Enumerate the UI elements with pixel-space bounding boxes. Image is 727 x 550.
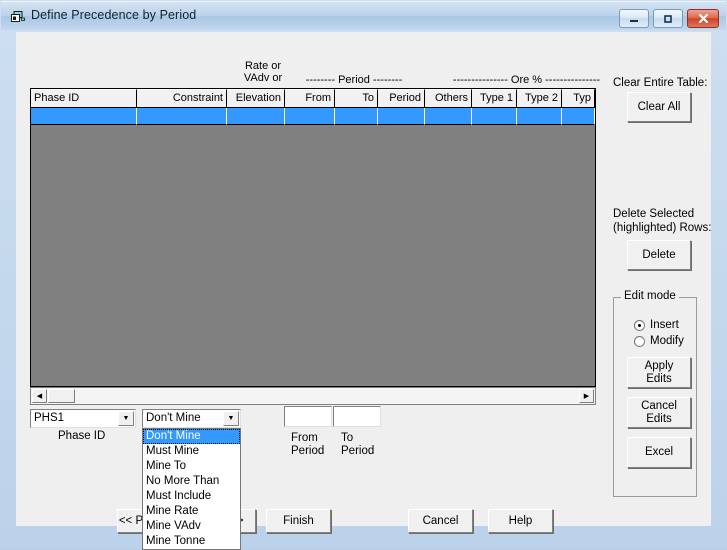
cancel-button[interactable]: Cancel [408, 509, 473, 533]
from-period-label: From Period [291, 432, 324, 458]
table-selected-cell[interactable] [378, 108, 425, 125]
radio-modify[interactable]: Modify [634, 335, 684, 347]
dropdown-option[interactable]: No More Than [143, 474, 240, 489]
window-app-icon [10, 9, 26, 25]
table-body[interactable] [31, 125, 595, 386]
maximize-icon [654, 10, 682, 27]
excel-button[interactable]: Excel [627, 437, 691, 468]
delete-button[interactable]: Delete [627, 240, 691, 270]
help-button[interactable]: Help [488, 509, 553, 533]
dropdown-option[interactable]: Mine To [143, 459, 240, 474]
scroll-left-icon[interactable]: ◀ [32, 389, 47, 403]
radio-insert-label: Insert [650, 319, 679, 331]
table-column-header[interactable]: Others [425, 89, 472, 108]
from-period-label-line1: From [291, 432, 318, 444]
phase-id-label: Phase ID [58, 430, 106, 442]
delete-rows-label-line1: Delete Selected [613, 208, 695, 220]
radio-unselected-icon [634, 335, 645, 347]
table-column-header[interactable]: From [285, 89, 335, 108]
table-selected-cell[interactable] [517, 108, 562, 125]
rate-group-label: Rate or VAdv or [233, 60, 293, 84]
to-period-input[interactable] [333, 406, 381, 427]
application-window: Define Precedence by Period Rate or VAdv… [0, 0, 727, 550]
cancel-edits-line2: Edits [646, 412, 672, 425]
table-selected-row[interactable] [31, 108, 595, 125]
dropdown-option[interactable]: Mine Rate [143, 504, 240, 519]
to-period-label-line1: To [341, 432, 354, 444]
table-column-header[interactable]: Type 1 [472, 89, 517, 108]
table-horizontal-scrollbar[interactable]: ◀ ▶ [30, 387, 596, 405]
from-period-input[interactable] [284, 406, 332, 427]
table-column-header[interactable]: Type 2 [517, 89, 562, 108]
dropdown-option[interactable]: Mine Tonne [143, 534, 240, 549]
cancel-edits-line1: Cancel [641, 399, 677, 412]
table-column-header[interactable]: Constraint [137, 89, 227, 108]
phase-id-combo[interactable]: PHS1 ▼ [30, 409, 136, 428]
clear-table-label: Clear Entire Table: [613, 77, 708, 89]
table-column-header[interactable]: To [335, 89, 378, 108]
table-column-header[interactable]: Typ [562, 89, 595, 108]
scrollbar-thumb[interactable] [48, 389, 75, 403]
dropdown-option[interactable]: Must Mine [143, 444, 240, 459]
dialog-client-area: Rate or VAdv or -------- Period --------… [16, 32, 711, 550]
table-selected-cell[interactable] [285, 108, 335, 125]
dropdown-option[interactable]: Don't Mine [143, 429, 240, 444]
table-selected-cell[interactable] [472, 108, 517, 125]
finish-button[interactable]: Finish [266, 509, 331, 533]
rate-group-label-line2: VAdv or [243, 71, 283, 84]
phase-id-combo-value: PHS1 [34, 412, 65, 424]
constraint-combo-value: Don't Mine [146, 412, 201, 424]
radio-insert[interactable]: Insert [634, 319, 679, 331]
apply-edits-line2: Edits [646, 372, 672, 385]
table-selected-cell[interactable] [425, 108, 472, 125]
precedence-table[interactable]: Phase ID Constraint Elevation From To Period O… [30, 88, 596, 387]
constraint-dropdown-list[interactable]: Don't Mine Must Mine Mine To No More Than Mu… [142, 428, 241, 550]
table-column-header[interactable]: Period [378, 89, 425, 108]
chevron-down-icon[interactable]: ▼ [223, 411, 239, 426]
table-selected-cell[interactable] [227, 108, 285, 125]
apply-edits-button[interactable]: Apply Edits [627, 357, 691, 388]
table-selected-cell[interactable] [137, 108, 227, 125]
cancel-edits-button[interactable]: Cancel Edits [627, 397, 691, 428]
clear-all-button[interactable]: Clear All [627, 92, 691, 122]
radio-modify-label: Modify [650, 335, 684, 347]
dropdown-option[interactable]: Must Include [143, 489, 240, 504]
window-title: Define Precedence by Period [31, 8, 197, 22]
table-selected-cell[interactable] [335, 108, 378, 125]
ore-group-label: --------------- Ore % --------------- [452, 74, 601, 86]
radio-selected-icon [634, 319, 645, 331]
table-header-row: Phase ID Constraint Elevation From To Period O… [31, 89, 595, 108]
table-column-header[interactable]: Phase ID [31, 89, 137, 108]
delete-rows-label: Delete Selected (highlighted) Rows: [613, 207, 711, 235]
apply-edits-line1: Apply [644, 359, 674, 372]
rate-group-label-line1: Rate or [244, 60, 282, 72]
table-selected-cell[interactable] [31, 108, 137, 125]
close-button[interactable] [687, 9, 719, 28]
title-bar[interactable]: Define Precedence by Period [1, 1, 726, 30]
maximize-button[interactable] [653, 9, 683, 28]
period-group-label: -------- Period -------- [305, 74, 403, 86]
to-period-label: To Period [341, 432, 374, 458]
constraint-combo[interactable]: Don't Mine ▼ [142, 409, 241, 428]
minimize-icon [620, 10, 648, 27]
table-selected-cell[interactable] [562, 108, 595, 125]
close-icon [688, 10, 718, 27]
edit-mode-legend: Edit mode [621, 290, 679, 302]
scroll-right-icon[interactable]: ▶ [579, 389, 594, 403]
delete-rows-label-line2: (highlighted) Rows: [613, 222, 712, 234]
to-period-label-line2: Period [341, 445, 375, 457]
from-period-label-line2: Period [291, 445, 325, 457]
dropdown-option[interactable]: Mine VAdv [143, 519, 240, 534]
chevron-down-icon[interactable]: ▼ [118, 411, 134, 426]
minimize-button[interactable] [619, 9, 649, 28]
table-column-header[interactable]: Elevation [227, 89, 285, 108]
